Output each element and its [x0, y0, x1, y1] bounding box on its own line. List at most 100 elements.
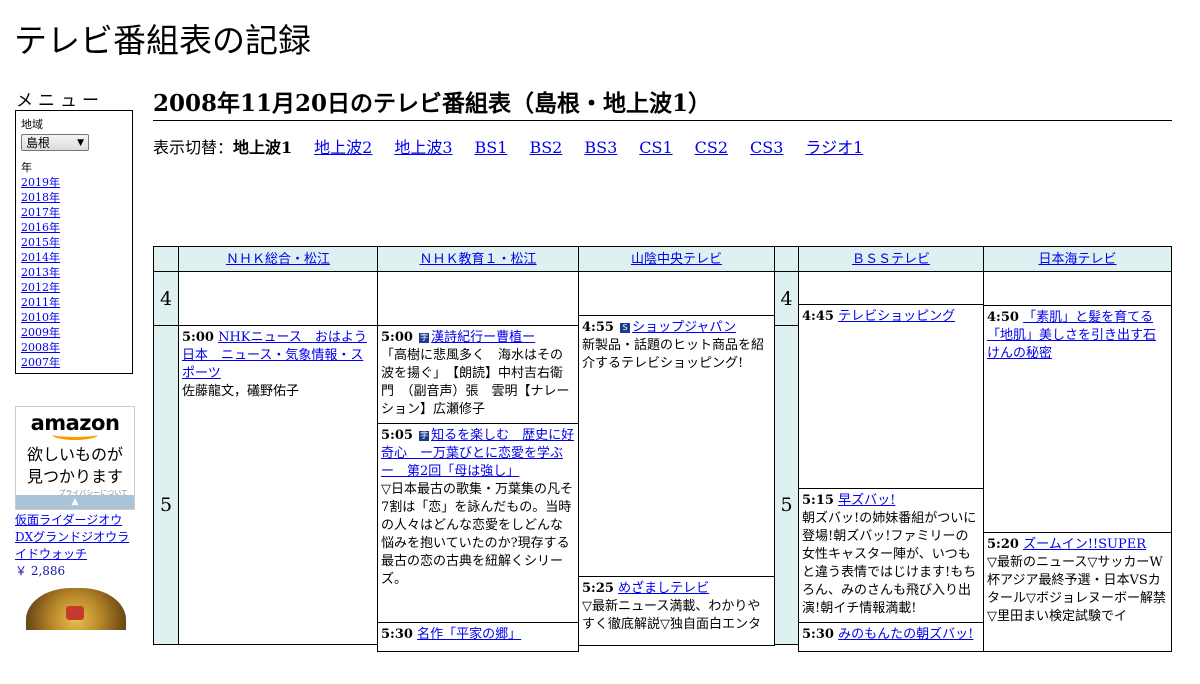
- program-time: 5:30: [802, 627, 834, 642]
- hour-header-mid: [774, 246, 799, 272]
- ad-product-link[interactable]: 仮面ライダージオウ DXグランドジオウライドウォッチ: [15, 513, 129, 561]
- program-cell: 5:20 ズームイン!!SUPER ▽最新のニュース▽サッカーW杯アジア最終予選…: [983, 532, 1172, 652]
- page-title: 2008年11月20日のテレビ番組表（島根・地上波1）: [153, 84, 1172, 121]
- year-link[interactable]: 2008年: [21, 341, 60, 354]
- schedule-grid: ＮＨＫ総合・松江 ＮＨＫ教育１・松江 山陰中央テレビ ＢＳＳテレビ 日本海テレビ…: [153, 246, 1172, 652]
- program-cell: 5:25 めざましテレビ ▽最新ニュース満載、わかりやすく徹底解説▽独自面白エン…: [578, 576, 775, 646]
- program-title-link[interactable]: みのもんたの朝ズバッ!: [838, 627, 973, 642]
- year-link[interactable]: 2010年: [21, 311, 60, 324]
- ad-product-image[interactable]: [22, 586, 130, 630]
- channel-header-fuji: 山陰中央テレビ: [578, 246, 775, 272]
- year-list-item: 2017年: [21, 205, 127, 220]
- year-link[interactable]: 2011年: [21, 296, 60, 309]
- program-cell-empty: [178, 271, 378, 326]
- switcher-link[interactable]: BS1: [475, 138, 508, 157]
- year-link[interactable]: 2019年: [21, 176, 60, 189]
- switcher-link[interactable]: BS3: [584, 138, 617, 157]
- hour-label-mid: 5: [774, 325, 799, 645]
- year-list-item: 2010年: [21, 310, 127, 325]
- program-time: 5:15: [802, 493, 834, 508]
- amazon-ad-banner[interactable]: amazon 欲しいものが 見つかります プライバシーについて ▲: [15, 406, 135, 510]
- switcher-link[interactable]: CS3: [750, 138, 783, 157]
- program-title-link[interactable]: めざましテレビ: [618, 581, 709, 596]
- program-time: 4:55: [582, 320, 614, 335]
- year-link[interactable]: 2007年: [21, 356, 60, 369]
- program-time: 5:30: [381, 627, 413, 642]
- channel-header-ntv: 日本海テレビ: [983, 246, 1172, 272]
- site-title: テレビ番組表の記録: [14, 21, 311, 60]
- year-list-item: 2016年: [21, 220, 127, 235]
- year-list-item: 2009年: [21, 325, 127, 340]
- program-time: 4:50: [987, 310, 1019, 325]
- year-link[interactable]: 2012年: [21, 281, 60, 294]
- menu-title: メニュー: [16, 91, 104, 111]
- region-select-value: 島根: [26, 136, 51, 150]
- year-link[interactable]: 2018年: [21, 191, 60, 204]
- switcher-link[interactable]: ラジオ1: [805, 138, 863, 157]
- program-cell: 5:05 字知るを楽しむ 歴史に好奇心 ー万葉びとに恋愛を学ぶー 第2回「母は強…: [377, 423, 579, 623]
- program-cell-empty: [578, 271, 775, 316]
- channel-link-fuji[interactable]: 山陰中央テレビ: [631, 252, 722, 267]
- program-desc: 朝ズバッ!の姉妹番組がついに登場!朝ズバッ!ファミリーの女性キャスター陣が、いつ…: [802, 511, 977, 616]
- program-cell: 5:00 NHKニュース おはよう日本 ニュース・気象情報・スポーツ 佐藤龍文，…: [178, 325, 378, 645]
- year-list-item: 2012年: [21, 280, 127, 295]
- channel-link-bss[interactable]: ＢＳＳテレビ: [852, 252, 930, 267]
- program-cell: 4:50 「素肌」と髪を育てる「地肌」美しさを引き出す石けんの秘密: [983, 305, 1172, 533]
- chevron-up-icon: ▲: [71, 497, 79, 507]
- year-link[interactable]: 2017年: [21, 206, 60, 219]
- program-time: 5:00: [381, 330, 413, 345]
- program-cell: 4:55 S ショップジャパン 新製品・話題のヒット商品を紹介するテレビショッピン…: [578, 315, 775, 577]
- program-desc: 新製品・話題のヒット商品を紹介するテレビショッピング!: [582, 338, 765, 371]
- program-desc: ▽日本最古の歌集・万葉集の凡そ7割は「恋」を詠んだもの。当時の人々はどんな恋愛を…: [381, 482, 573, 587]
- year-list-item: 2013年: [21, 265, 127, 280]
- year-link[interactable]: 2014年: [21, 251, 60, 264]
- year-list-item: 2014年: [21, 250, 127, 265]
- amazon-logo: amazon: [30, 411, 120, 435]
- channel-link-nhke[interactable]: ＮＨＫ教育１・松江: [419, 252, 536, 267]
- program-desc: ▽最新のニュース▽サッカーW杯アジア最終予選・日本VSカタール▽ボジョレヌーボー…: [987, 555, 1166, 624]
- hour-label-mid: 4: [774, 271, 799, 326]
- channel-link-ntv[interactable]: 日本海テレビ: [1038, 252, 1116, 267]
- hour-header-left: [153, 246, 179, 272]
- program-time: 5:20: [987, 537, 1019, 552]
- switcher-link[interactable]: 地上波3: [394, 138, 452, 157]
- program-title-link[interactable]: ショップジャパン: [632, 320, 736, 335]
- program-title-link[interactable]: 早ズバッ!: [838, 493, 895, 508]
- program-cell-empty: [377, 271, 579, 326]
- program-time: 5:25: [582, 581, 614, 596]
- year-link[interactable]: 2009年: [21, 326, 60, 339]
- program-cell: 4:45 テレビショッピング: [798, 304, 984, 489]
- year-list-item: 2015年: [21, 235, 127, 250]
- ad-product-price: ￥ 2,886: [15, 564, 66, 578]
- year-list-item: 2008年: [21, 340, 127, 355]
- ad-collapse-bar[interactable]: ▲: [16, 495, 134, 509]
- subtitle-icon: 字: [419, 333, 430, 343]
- shopping-icon: S: [620, 323, 631, 333]
- program-title-link[interactable]: 漢詩紀行ー曹植ー: [431, 330, 535, 345]
- hour-label-left: 5: [153, 325, 179, 645]
- region-select[interactable]: 島根 ▼: [21, 134, 89, 151]
- program-cell-empty: [983, 271, 1172, 306]
- program-cell: 5:30 名作「平家の郷」: [377, 622, 579, 652]
- year-list-item: 2018年: [21, 190, 127, 205]
- year-link[interactable]: 2013年: [21, 266, 60, 279]
- switcher-label: 表示切替：: [153, 138, 234, 157]
- year-list-item: 2011年: [21, 295, 127, 310]
- program-title-link[interactable]: 名作「平家の郷」: [417, 627, 521, 642]
- switcher-link[interactable]: BS2: [529, 138, 562, 157]
- channel-header-nhk1: ＮＨＫ総合・松江: [178, 246, 378, 272]
- program-title-link[interactable]: テレビショッピング: [838, 309, 955, 324]
- program-desc: 佐藤龍文，礒野佑子: [182, 384, 300, 399]
- switcher-current: 地上波1: [233, 138, 293, 157]
- program-time: 5:00: [182, 330, 214, 345]
- program-desc: ▽最新ニュース満載、わかりやすく徹底解説▽独自面白エンタ: [582, 599, 761, 632]
- year-link[interactable]: 2016年: [21, 221, 60, 234]
- channel-header-bss: ＢＳＳテレビ: [798, 246, 984, 272]
- switcher-link[interactable]: CS2: [695, 138, 728, 157]
- switcher-link[interactable]: CS1: [639, 138, 672, 157]
- program-title-link[interactable]: ズームイン!!SUPER: [1023, 537, 1146, 552]
- program-cell-empty: [798, 271, 984, 305]
- switcher-link[interactable]: 地上波2: [314, 138, 372, 157]
- year-link[interactable]: 2015年: [21, 236, 60, 249]
- channel-link-nhk1[interactable]: ＮＨＫ総合・松江: [226, 252, 330, 267]
